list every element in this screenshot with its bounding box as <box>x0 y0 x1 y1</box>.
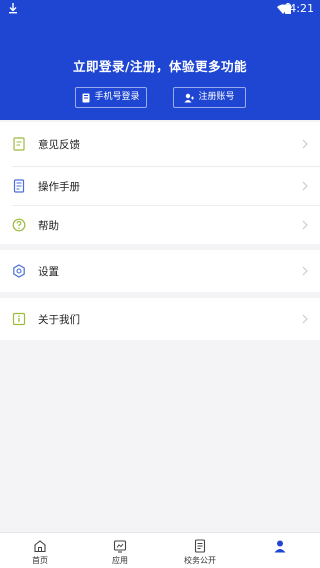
document-icon <box>194 539 206 553</box>
menu-label-manual: 操作手册 <box>38 180 80 193</box>
tab-label-home: 首页 <box>32 556 48 565</box>
chevron-right-icon <box>302 314 308 324</box>
chevron-right-icon <box>302 139 308 149</box>
feedback-icon <box>13 137 25 151</box>
phone-login-label: 手机号登录 <box>94 92 140 102</box>
menu-item-settings[interactable]: 设置 <box>0 250 320 292</box>
about-icon <box>12 312 26 326</box>
menu-label-help: 帮助 <box>38 219 59 232</box>
apps-icon <box>113 540 127 553</box>
download-icon <box>9 3 17 14</box>
tab-label-school-affairs: 校务公开 <box>184 556 216 565</box>
help-icon <box>12 218 26 232</box>
bottom-tab-bar: 首页 应用 校务公开 <box>0 532 320 568</box>
tab-profile[interactable] <box>248 539 312 555</box>
settings-icon <box>13 264 25 278</box>
menu-item-help[interactable]: 帮助 <box>0 206 320 244</box>
manual-icon <box>13 179 25 193</box>
menu-label-settings: 设置 <box>38 265 59 278</box>
register-label: 注册账号 <box>198 92 235 102</box>
home-icon <box>34 540 46 553</box>
tab-label-apps: 应用 <box>112 556 128 565</box>
status-bar: 4:21 <box>0 0 320 18</box>
chevron-right-icon <box>302 220 308 230</box>
tab-home[interactable]: 首页 <box>8 539 72 566</box>
login-prompt-title: 立即登录/注册，体验更多功能 <box>72 59 248 74</box>
status-time: 4:21 <box>289 2 314 15</box>
phone-icon <box>82 93 90 102</box>
tab-school-affairs[interactable]: 校务公开 <box>168 539 232 566</box>
user-icon <box>274 540 286 553</box>
menu-item-feedback[interactable]: 意见反馈 <box>0 122 320 166</box>
menu-label-about: 关于我们 <box>38 313 80 326</box>
profile-menu: 意见反馈 操作手册 帮助 设置 关于我们 <box>0 122 320 340</box>
tab-apps[interactable]: 应用 <box>88 539 152 566</box>
chevron-right-icon <box>302 266 308 276</box>
phone-login-button[interactable]: 手机号登录 <box>75 87 147 108</box>
chevron-right-icon <box>302 181 308 191</box>
add-user-icon <box>184 93 195 102</box>
menu-label-feedback: 意见反馈 <box>38 138 80 151</box>
menu-item-about[interactable]: 关于我们 <box>0 298 320 340</box>
register-button[interactable]: 注册账号 <box>173 87 246 108</box>
login-header: 立即登录/注册，体验更多功能 手机号登录 注册账号 <box>0 18 320 120</box>
menu-item-manual[interactable]: 操作手册 <box>0 167 320 205</box>
